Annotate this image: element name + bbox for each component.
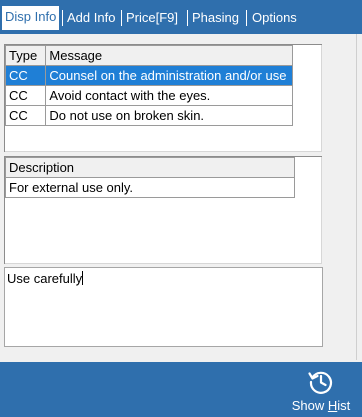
cell-message[interactable]: Counsel on the administration and/or use — [45, 65, 293, 86]
messages-grid[interactable]: Type Message CC Counsel on the administr… — [4, 44, 322, 152]
cell-type[interactable]: CC — [4, 105, 47, 126]
tab-add-info[interactable]: Add Info — [64, 7, 118, 28]
history-icon — [308, 371, 333, 394]
tab-separator — [62, 10, 63, 26]
table-row[interactable]: CC Do not use on broken skin. — [4, 105, 293, 126]
text-caret — [82, 271, 84, 285]
cell-type[interactable]: CC — [4, 65, 47, 86]
cell-message[interactable]: Do not use on broken skin. — [45, 105, 293, 126]
column-header-message[interactable]: Message — [45, 45, 293, 66]
description-header-row: Description — [5, 157, 295, 178]
show-history-label-accesskey: H — [327, 398, 338, 413]
show-history-label: Show Hist — [284, 398, 358, 413]
tab-separator — [246, 10, 247, 26]
tab-options[interactable]: Options — [249, 7, 300, 28]
column-header-description[interactable]: Description — [5, 157, 295, 178]
tab-separator — [121, 10, 122, 26]
tab-phasing[interactable]: Phasing — [189, 7, 242, 28]
right-edge-panel — [356, 34, 362, 360]
messages-table: Type Message CC Counsel on the administr… — [4, 45, 293, 126]
show-history-label-pre: Show — [291, 398, 328, 413]
notes-text: Use carefully — [7, 271, 84, 286]
notes-value: Use carefully — [7, 271, 83, 286]
description-grid[interactable]: Description For external use only. — [4, 156, 322, 264]
notes-textarea[interactable]: Use carefully — [4, 267, 323, 347]
cell-message[interactable]: Avoid contact with the eyes. — [45, 85, 293, 106]
show-history-button[interactable]: Show Hist — [284, 366, 358, 414]
tab-separator — [187, 10, 188, 26]
table-row[interactable]: For external use only. — [5, 177, 295, 198]
messages-header-row: Type Message — [4, 45, 293, 66]
tab-strip: Disp Info Add Info Price[F9] Phasing Opt… — [0, 0, 362, 34]
description-table: Description For external use only. — [5, 157, 295, 198]
cell-description[interactable]: For external use only. — [5, 177, 295, 198]
cell-type[interactable]: CC — [4, 85, 47, 106]
table-row[interactable]: CC Avoid contact with the eyes. — [4, 85, 293, 106]
tab-disp-info[interactable]: Disp Info — [2, 6, 60, 30]
column-header-type[interactable]: Type — [4, 45, 47, 66]
bottom-bar: Show Hist — [0, 362, 362, 417]
tab-price[interactable]: Price[F9] — [123, 7, 181, 28]
table-row[interactable]: CC Counsel on the administration and/or … — [4, 65, 293, 86]
show-history-label-post: ist — [337, 398, 351, 413]
